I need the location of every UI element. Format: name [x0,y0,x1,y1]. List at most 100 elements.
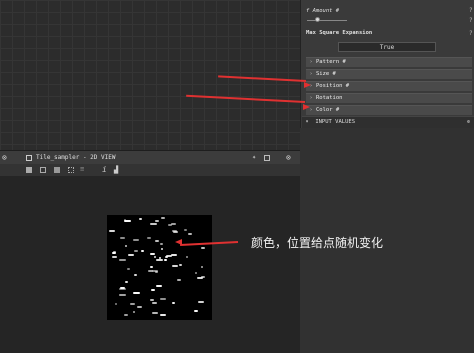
speckle [164,259,167,262]
speckle [171,264,179,267]
info-icon[interactable]: i [102,165,107,174]
speckle [112,251,117,254]
speckle [111,256,118,259]
section-label: Position # [316,83,350,89]
chevron-down-icon: ▾ [305,119,309,125]
help-icon[interactable]: ? [469,17,473,24]
speckle [155,220,159,223]
annotation-arrowhead [303,104,310,110]
speckle [136,305,142,308]
speckle [150,298,155,301]
view-toolbar: ≡ i ▟ [0,164,300,176]
section-size[interactable]: › Size # [306,69,472,79]
speckle [153,256,156,259]
input-values-header[interactable]: ▾ INPUT VALUES ✲ [302,116,474,128]
section-label: Color # [316,107,340,113]
speckle [125,280,129,283]
help-icon[interactable]: ? [469,7,473,14]
speckle [154,240,159,243]
grid-icon[interactable] [68,167,74,173]
input-values-label: INPUT VALUES [315,119,356,125]
speckle [139,217,142,220]
chevron-right-icon: › [309,95,313,101]
layers-icon[interactable]: ≡ [80,165,84,173]
pin-icon[interactable]: ✦ [252,153,256,161]
speckle [132,238,139,241]
amount-label: f Amount # [306,8,340,14]
speckle [184,228,188,231]
speckle [134,250,138,253]
section-color[interactable]: › Color # [306,105,472,115]
speckle [126,267,131,270]
speckle [188,232,193,235]
speckle [171,301,175,304]
speckle [200,247,205,250]
chevron-right-icon: › [309,59,313,65]
properties-panel: f Amount # ? ? Max Square Expansion ? Tr… [300,0,474,128]
save-icon[interactable] [40,167,46,173]
histogram-icon[interactable]: ▟ [114,166,118,174]
amount-slider-handle[interactable] [315,17,320,22]
speckle [201,275,205,278]
close-icon[interactable]: ⊗ [2,153,7,162]
speckle [130,303,135,306]
section-position[interactable]: › Position # [306,81,472,91]
section-label: Rotation [316,95,343,101]
speckle [134,273,137,276]
annotation-arrowhead [304,82,311,88]
view-icon [26,155,32,161]
copy-icon[interactable] [54,167,60,173]
speckle [151,288,155,291]
view-header: ⊗ Tile_sampler - 2D VIEW ✦ ⊗ [0,150,300,165]
max-square-expansion-toggle[interactable]: True [338,42,436,52]
close-icon[interactable]: ⊗ [286,153,291,162]
speckle [160,248,164,251]
section-label: Pattern # [316,59,346,65]
help-icon[interactable]: ? [469,30,473,37]
maximize-icon[interactable] [264,155,270,161]
speckle [114,303,117,306]
speckle [155,285,162,288]
view-title: Tile_sampler - 2D VIEW [36,154,116,161]
speckle [159,298,166,301]
speckle [161,217,165,220]
speckle [150,265,153,268]
speckle [109,230,115,233]
speckle [177,278,181,281]
speckle [146,237,151,240]
speckle [171,222,176,225]
max-square-expansion-label: Max Square Expansion [306,30,373,36]
speckle [120,237,125,240]
speckle [151,311,159,314]
speckle [194,271,198,274]
speckle [197,301,204,304]
speckle [160,313,166,316]
annotation-text: 颜色，位置给点随机变化 [251,236,384,250]
speckle [150,252,155,255]
speckle [168,223,173,226]
speckle [118,259,126,262]
node-graph-area[interactable] [0,0,300,150]
speckle [141,250,144,252]
speckle [125,245,128,248]
annotation-arrowhead [175,239,182,245]
section-label: Size # [316,71,336,77]
speckle [133,310,136,313]
speckle [201,266,204,269]
speckle [193,309,198,312]
speckle [128,254,134,257]
speckle [185,256,189,259]
speckle [170,254,177,257]
section-pattern[interactable]: › Pattern # [306,57,472,67]
gear-icon[interactable]: ✲ [467,117,470,127]
image-icon[interactable] [26,167,32,173]
speckle [156,259,163,262]
chevron-right-icon: › [309,71,313,77]
amount-slider-track[interactable] [307,20,347,21]
speckle [151,302,157,305]
speckle [159,242,164,245]
section-rotation[interactable]: › Rotation [306,93,472,103]
speckle [123,218,126,221]
tile-sampler-preview[interactable] [107,215,212,320]
speckle [150,222,157,225]
